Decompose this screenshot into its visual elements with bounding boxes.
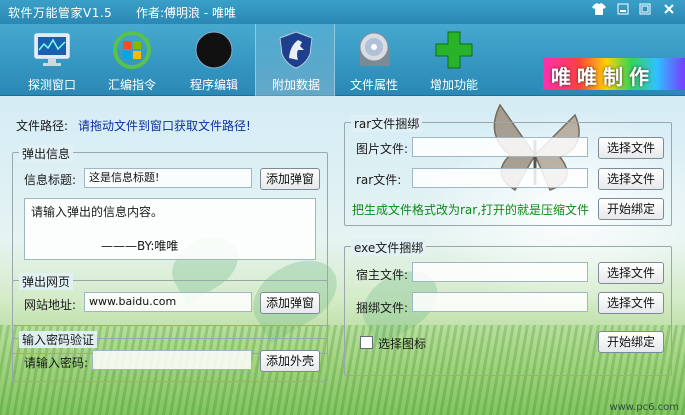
choose-icon-label: 选择图标 (378, 337, 427, 351)
choose-rar-file-button[interactable]: 选择文件 (598, 168, 664, 190)
rar-hint-text: 把生成文件格式改为rar,打开的就是压缩文件 (352, 203, 590, 217)
choose-image-file-button[interactable]: 选择文件 (598, 137, 664, 159)
host-file-label: 宿主文件: (356, 268, 409, 282)
tool-label: 文件属性 (349, 78, 398, 92)
tool-append-data[interactable]: 附加数据 (255, 24, 335, 96)
main-content: 文件路径: 请拖动文件到窗口获取文件路径! 弹出信息 信息标题: 这是信息标题!… (0, 96, 685, 415)
watermark: www.pc6.com (609, 402, 679, 413)
tool-label: 增加功能 (429, 78, 478, 92)
image-file-input[interactable] (412, 137, 588, 157)
info-title-input[interactable]: 这是信息标题! (84, 168, 252, 188)
add-popup-button[interactable]: 添加弹窗 (260, 168, 320, 190)
bind-file-input[interactable] (412, 292, 588, 312)
monitor-icon (34, 33, 70, 66)
content-line-2: ———BY:唯唯 (101, 239, 179, 253)
info-content-textarea[interactable]: 请输入弹出的信息内容。 ———BY:唯唯 (24, 198, 316, 260)
tool-assembly[interactable]: 汇编指令 (92, 24, 172, 96)
file-path-hint: 请拖动文件到窗口获取文件路径! (78, 119, 251, 133)
group-title: rar文件捆绑 (351, 115, 423, 132)
disc-icon (359, 32, 390, 66)
choose-host-file-button[interactable]: 选择文件 (598, 262, 664, 284)
bind-file-label: 捆绑文件: (356, 301, 409, 315)
image-file-label: 图片文件: (356, 142, 409, 156)
choose-icon-checkbox[interactable] (360, 336, 373, 349)
start-exe-bind-button[interactable]: 开始绑定 (598, 331, 664, 353)
group-title: 弹出网页 (19, 273, 74, 290)
author-text: 作者:傅明浪 - 唯唯 (136, 6, 237, 20)
rar-file-input[interactable] (412, 168, 588, 188)
website-label: 网站地址: (24, 298, 77, 312)
title-bar: 软件万能管家V1.5 作者:傅明浪 - 唯唯 (0, 0, 685, 24)
start-rar-bind-button[interactable]: 开始绑定 (598, 198, 664, 220)
password-label: 请输入密码: (24, 356, 89, 370)
group-title: 弹出信息 (19, 145, 74, 162)
group-title: exe文件捆绑 (351, 239, 427, 256)
group-title: 输入密码验证 (19, 331, 98, 348)
brand-banner: 唯唯制作 (543, 58, 685, 90)
close-icon[interactable] (660, 3, 678, 19)
tool-add-feature[interactable]: 增加功能 (414, 24, 494, 96)
tool-file-properties[interactable]: 文件属性 (334, 24, 414, 96)
rar-file-label: rar文件: (356, 173, 402, 187)
minimize-icon[interactable] (614, 3, 632, 19)
maximize-icon[interactable] (636, 3, 654, 19)
choose-bind-file-button[interactable]: 选择文件 (598, 292, 664, 314)
app-title: 软件万能管家V1.5 (8, 6, 113, 20)
content-line-1: 请输入弹出的信息内容。 (31, 205, 164, 219)
host-file-input[interactable] (412, 262, 588, 282)
main-toolbar: 探测窗口 汇编指令 程序编辑 附加数据 文件属性 增加功能 唯唯制作 (0, 24, 685, 96)
website-input[interactable]: www.baidu.com (84, 292, 252, 312)
file-path-label: 文件路径: (16, 119, 69, 133)
skin-icon[interactable] (590, 3, 608, 19)
tool-label: 探测窗口 (27, 78, 76, 92)
brand-text: 唯唯制作 (551, 65, 655, 89)
add-shell-button[interactable]: 添加外壳 (260, 350, 320, 372)
tool-label: 汇编指令 (107, 78, 156, 92)
tool-program-edit[interactable]: 程序编辑 (174, 24, 254, 96)
password-input[interactable] (92, 350, 252, 370)
plus-icon (435, 31, 473, 69)
windows-refresh-icon (113, 31, 151, 69)
tool-label: 附加数据 (271, 78, 320, 92)
tool-detect-window[interactable]: 探测窗口 (12, 24, 92, 96)
shield-horse-icon (279, 31, 313, 69)
info-title-label: 信息标题: (24, 173, 77, 187)
black-circle-icon (195, 31, 233, 69)
tool-label: 程序编辑 (189, 78, 238, 92)
add-web-popup-button[interactable]: 添加弹窗 (260, 292, 320, 314)
